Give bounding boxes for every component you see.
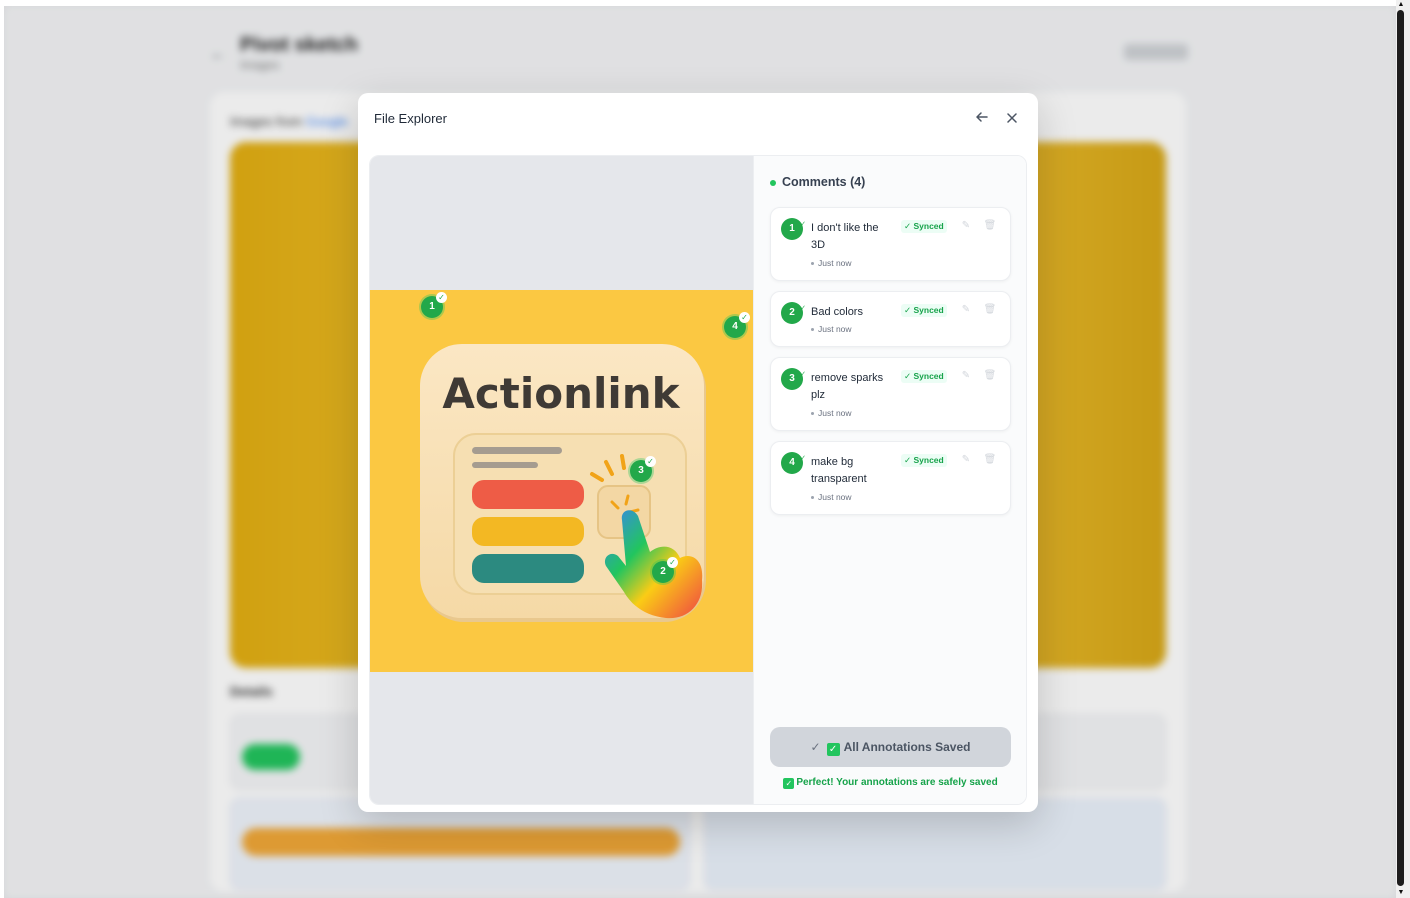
scroll-up-icon[interactable]: ▲ xyxy=(1396,0,1406,10)
comment-number-badge: 2 ✓ xyxy=(781,302,806,324)
modal-title: File Explorer xyxy=(374,111,447,126)
arrow-left-icon[interactable] xyxy=(970,108,994,132)
comment-number-badge: 3 ✓ xyxy=(781,368,806,390)
image-viewer[interactable]: Actionlink 1 ✓ 2 ✓ 3 ✓ 4 ✓ xyxy=(370,156,753,804)
bullet-icon xyxy=(811,328,814,332)
check-icon: ✓ xyxy=(645,456,656,467)
synced-badge: ✓ Synced xyxy=(901,304,947,317)
comment-number: 1 xyxy=(789,223,795,234)
all-annotations-saved-button[interactable]: ✓ ✓ All Annotations Saved xyxy=(770,727,1011,767)
saved-confirmation: ✓ Perfect! Your annotations are safely sa… xyxy=(770,777,1011,789)
comment-time-text: Just now xyxy=(818,324,852,334)
trash-icon[interactable]: 🗑 xyxy=(983,370,997,384)
check-box-icon: ✓ xyxy=(783,778,795,789)
pin-number: 1 xyxy=(429,301,435,312)
bullet-icon xyxy=(811,496,814,500)
comment-timestamp: Just now xyxy=(811,408,852,418)
edit-icon[interactable]: ✎ xyxy=(959,370,973,384)
comment-number-badge: 1 ✓ xyxy=(781,218,806,240)
comment-text: I don't like the 3D xyxy=(811,222,879,251)
comment-time-text: Just now xyxy=(818,492,852,502)
comment-text: Bad colors xyxy=(811,306,863,318)
comment-timestamp: Just now xyxy=(811,324,852,334)
actionlink-illustration: Actionlink xyxy=(370,290,753,672)
saved-button-label: All Annotations Saved xyxy=(843,740,971,754)
file-explorer-modal: File Explorer Actionlink 1 ✓ 2 ✓ 3 ✓ 4 ✓… xyxy=(358,93,1038,812)
comment-timestamp: Just now xyxy=(811,258,852,268)
check-icon: ✓ xyxy=(800,455,806,462)
pin-number: 3 xyxy=(638,465,644,476)
synced-badge: ✓ Synced xyxy=(901,370,947,383)
synced-badge: ✓ Synced xyxy=(901,220,947,233)
window-edge xyxy=(0,0,4,898)
annotation-pin-1[interactable]: 1 ✓ xyxy=(421,292,447,318)
check-icon: ✓ xyxy=(436,292,447,303)
status-dot-icon xyxy=(770,179,776,186)
logo-text: Actionlink xyxy=(442,369,680,418)
modal-body: Actionlink 1 ✓ 2 ✓ 3 ✓ 4 ✓ Comments (4) … xyxy=(369,155,1027,805)
annotation-pin-4[interactable]: 4 ✓ xyxy=(724,312,750,338)
pin-number: 4 xyxy=(732,321,738,332)
comment-number-badge: 4 ✓ xyxy=(781,452,806,474)
trash-icon[interactable]: 🗑 xyxy=(983,220,997,234)
comment-text: make bg transparent xyxy=(811,456,867,485)
comment-card[interactable]: 2 ✓ Bad colors ✓ Synced ✎ 🗑 Just now xyxy=(770,291,1011,347)
bullet-icon xyxy=(811,412,814,416)
check-icon: ✓ xyxy=(800,221,806,228)
check-icon: ✓ xyxy=(739,312,750,323)
saved-note-text: Perfect! Your annotations are safely sav… xyxy=(796,777,998,788)
edit-icon[interactable]: ✎ xyxy=(959,220,973,234)
pin-number: 2 xyxy=(660,566,666,577)
annotation-pin-3[interactable]: 3 ✓ xyxy=(630,456,656,482)
scroll-down-icon[interactable]: ▼ xyxy=(1396,888,1406,898)
comments-panel: Comments (4) 1 ✓ I don't like the 3D ✓ S… xyxy=(753,156,1026,804)
comment-time-text: Just now xyxy=(818,258,852,268)
check-icon: ✓ xyxy=(800,371,806,378)
comment-number: 3 xyxy=(789,373,795,384)
comment-card[interactable]: 4 ✓ make bg transparent ✓ Synced ✎ 🗑 Jus… xyxy=(770,441,1011,515)
bullet-icon xyxy=(811,262,814,266)
comment-card[interactable]: 1 ✓ I don't like the 3D ✓ Synced ✎ 🗑 Jus… xyxy=(770,207,1011,281)
comment-timestamp: Just now xyxy=(811,492,852,502)
close-icon[interactable] xyxy=(1000,108,1024,132)
comment-number: 2 xyxy=(789,307,795,318)
edit-icon[interactable]: ✎ xyxy=(959,454,973,468)
annotation-pin-2[interactable]: 2 ✓ xyxy=(652,557,678,583)
comment-time-text: Just now xyxy=(818,408,852,418)
scrollbar-thumb[interactable] xyxy=(1397,10,1404,886)
checkmark-icon: ✓ xyxy=(810,740,821,754)
comments-header-text: Comments (4) xyxy=(782,175,866,189)
window-edge xyxy=(0,0,1410,6)
annotated-image[interactable]: Actionlink xyxy=(370,290,753,672)
comment-text: remove sparks plz xyxy=(811,372,884,401)
check-icon: ✓ xyxy=(800,305,806,312)
check-icon: ✓ xyxy=(667,557,678,568)
trash-icon[interactable]: 🗑 xyxy=(983,454,997,468)
edit-icon[interactable]: ✎ xyxy=(959,304,973,318)
synced-badge: ✓ Synced xyxy=(901,454,947,467)
check-box-icon: ✓ xyxy=(826,743,840,756)
trash-icon[interactable]: 🗑 xyxy=(983,304,997,318)
comments-header: Comments (4) xyxy=(770,175,865,189)
comment-number: 4 xyxy=(789,457,795,468)
comment-card[interactable]: 3 ✓ remove sparks plz ✓ Synced ✎ 🗑 Just … xyxy=(770,357,1011,431)
